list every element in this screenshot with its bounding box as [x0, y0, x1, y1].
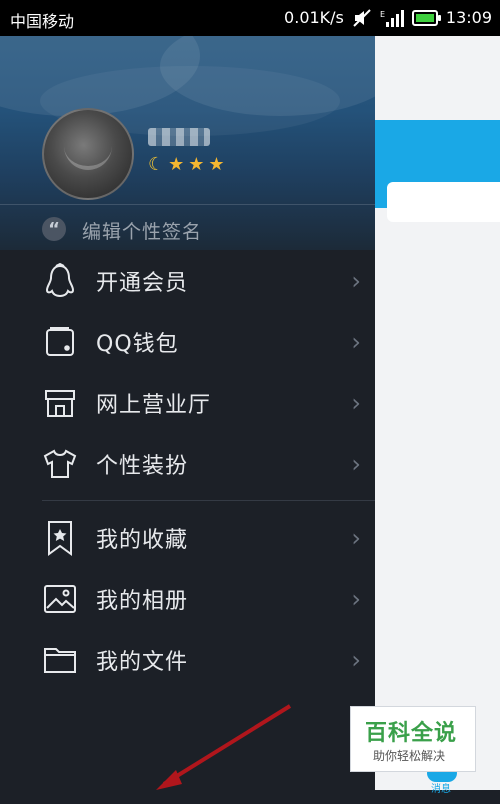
menu-item-label: 我的文件 — [96, 649, 189, 675]
menu-item-qq-wallet[interactable]: QQ钱包 › — [0, 311, 375, 372]
chevron-right-icon: › — [351, 266, 361, 295]
main-screen-peek[interactable]: 消息 百科全说 助你轻松解决 — [350, 36, 500, 795]
menu-item-label: 我的收藏 — [96, 527, 189, 553]
drawer-menu: 开通会员 › QQ钱包 › 网上营业厅 › 个性装扮 › 我的收藏 › 我的相册… — [0, 250, 375, 690]
mute-icon — [353, 8, 371, 27]
menu-item-label: 我的相册 — [96, 588, 189, 614]
moon-icon: ☾ — [148, 154, 165, 175]
signal-icon: E — [380, 9, 404, 27]
svg-text:E: E — [380, 10, 385, 19]
carrier-label: 中国移动 — [10, 12, 75, 31]
wallet-icon — [42, 324, 78, 360]
battery-icon — [411, 9, 441, 26]
qq-level-badges[interactable]: ☾ ★ ★ ★ — [148, 154, 225, 175]
profile-header: ☾ ★ ★ ★ “ 编辑个性签名 — [0, 36, 375, 250]
menu-item-online-hall[interactable]: 网上营业厅 › — [0, 372, 375, 433]
search-box[interactable] — [387, 182, 500, 222]
star-icon: ★ — [188, 154, 205, 175]
signature-row[interactable]: “ 编辑个性签名 — [0, 204, 375, 250]
quote-icon: “ — [42, 217, 66, 241]
menu-item-label: QQ钱包 — [96, 331, 179, 357]
menu-item-label: 个性装扮 — [96, 453, 189, 479]
penguin-icon — [42, 262, 78, 299]
nickname-blurred — [148, 128, 210, 146]
side-drawer: ☾ ★ ★ ★ “ 编辑个性签名 开通会员 › QQ钱包 › 网上营业厅 › 个… — [0, 36, 375, 790]
watermark-logo: 百科全说 助你轻松解决 — [350, 706, 476, 772]
store-icon — [42, 385, 78, 421]
menu-item-personalize[interactable]: 个性装扮 › — [0, 433, 375, 494]
signature-placeholder: 编辑个性签名 — [82, 221, 203, 243]
chevron-right-icon: › — [351, 523, 361, 552]
clock: 13:09 — [445, 8, 492, 27]
network-speed: 0.01K/s — [284, 8, 344, 27]
star-icon: ★ — [168, 154, 185, 175]
menu-item-label: 网上营业厅 — [96, 392, 212, 418]
menu-item-vip[interactable]: 开通会员 › — [0, 250, 375, 311]
bookmark-star-icon — [42, 520, 78, 556]
status-bar: 中国移动 0.01K/s E 13:09 — [0, 0, 500, 36]
menu-item-files[interactable]: 我的文件 › — [0, 629, 375, 690]
star-icon: ★ — [208, 154, 225, 175]
chevron-right-icon: › — [351, 449, 361, 478]
tshirt-icon — [42, 446, 78, 482]
menu-item-label: 开通会员 — [96, 270, 189, 296]
annotation-arrow — [156, 704, 292, 790]
chevron-right-icon: › — [351, 584, 361, 613]
avatar[interactable] — [42, 108, 134, 200]
watermark-title: 百科全说 — [365, 721, 458, 746]
menu-item-album[interactable]: 我的相册 › — [0, 568, 375, 629]
menu-item-favorites[interactable]: 我的收藏 › — [0, 507, 375, 568]
photo-icon — [42, 581, 78, 617]
chevron-right-icon: › — [351, 388, 361, 417]
chevron-right-icon: › — [351, 327, 361, 356]
message-tab-label[interactable]: 消息 — [431, 780, 451, 795]
watermark-subtitle: 助你轻松解决 — [373, 749, 446, 763]
folder-icon — [42, 642, 78, 678]
chevron-right-icon: › — [351, 645, 361, 674]
